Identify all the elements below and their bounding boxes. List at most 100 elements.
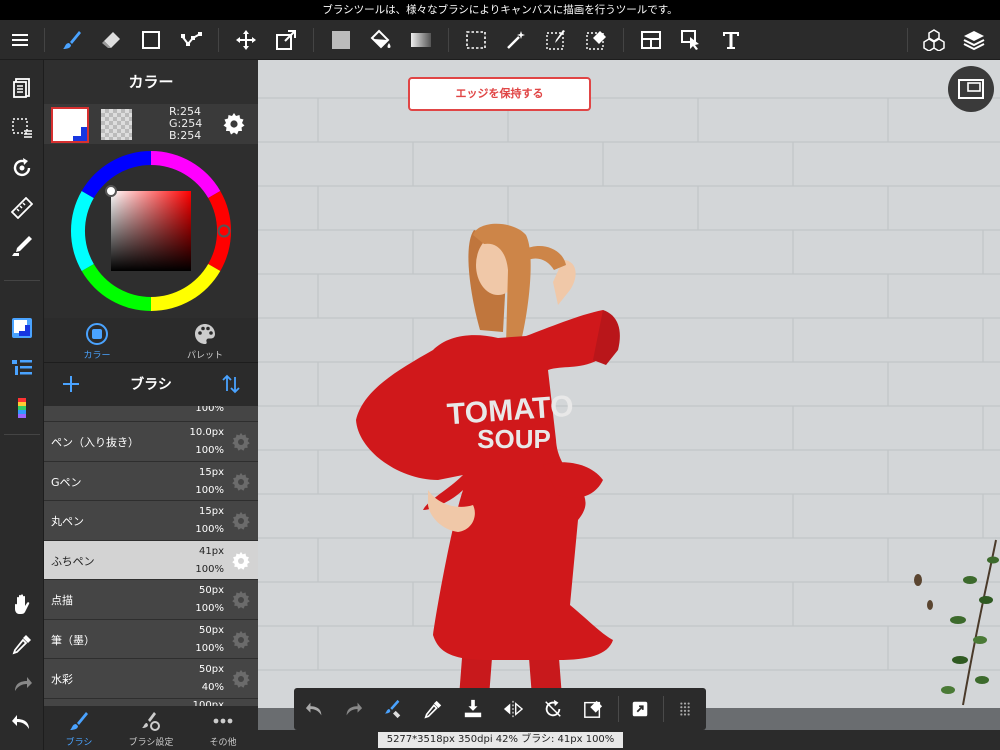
list-item[interactable]: 筆（墨） 50px 100% bbox=[44, 619, 258, 659]
eyedropper-icon[interactable] bbox=[420, 696, 446, 722]
list-item-selected[interactable]: ふちペン 41px 100% bbox=[44, 540, 258, 580]
list-item[interactable]: 水彩 50px 40% bbox=[44, 659, 258, 699]
brush-panel-header: ブラシ bbox=[44, 362, 258, 406]
navigator-button[interactable] bbox=[948, 66, 994, 112]
transform-icon[interactable] bbox=[272, 26, 300, 54]
brush-eraser-toggle-icon[interactable] bbox=[380, 696, 406, 722]
palette-icon bbox=[195, 324, 215, 344]
tab-other[interactable]: その他 bbox=[188, 710, 258, 748]
tab-color-label: カラー bbox=[83, 351, 111, 361]
brush-settings-gear-icon[interactable] bbox=[231, 669, 251, 689]
frame-icon[interactable] bbox=[637, 26, 665, 54]
color-panel: カラー R:254 G:254 B:254 カラー パレット bbox=[44, 60, 258, 362]
move-icon[interactable] bbox=[232, 26, 260, 54]
selection-menu-icon[interactable] bbox=[8, 114, 36, 142]
color-panel-tabs: カラー パレット bbox=[44, 318, 258, 362]
left-toolbar bbox=[0, 60, 44, 750]
hand-icon[interactable] bbox=[8, 590, 36, 618]
color-panel-title: カラー bbox=[44, 60, 258, 104]
save-download-icon[interactable] bbox=[460, 696, 486, 722]
canvas-photo: TOMATO SOUP bbox=[258, 60, 1000, 750]
brush-settings-tab-icon bbox=[142, 712, 160, 731]
color-settings-gear-icon[interactable] bbox=[222, 112, 246, 140]
color-icon[interactable] bbox=[8, 314, 36, 342]
brush-settings-gear-icon[interactable] bbox=[231, 511, 251, 531]
list-item[interactable]: 丸ペン 15px 100% bbox=[44, 501, 258, 541]
material-icon[interactable] bbox=[920, 26, 948, 54]
color-handle[interactable] bbox=[105, 185, 117, 197]
rotate-reset-icon[interactable] bbox=[540, 696, 566, 722]
tab-palette[interactable]: パレット bbox=[170, 322, 240, 361]
ruler-icon[interactable] bbox=[8, 194, 36, 222]
gradient-icon[interactable] bbox=[407, 26, 435, 54]
brush-settings-gear-icon[interactable] bbox=[231, 472, 251, 492]
fill-color-icon[interactable] bbox=[327, 26, 355, 54]
tab-brush-settings-label: ブラシ設定 bbox=[128, 738, 174, 748]
brush-settings-gear-icon[interactable] bbox=[231, 590, 251, 610]
quick-toolbar bbox=[294, 688, 706, 730]
brush-list-icon[interactable] bbox=[8, 354, 36, 382]
select-eraser-icon[interactable] bbox=[582, 26, 610, 54]
brush-panel-tabs: ブラシ ブラシ設定 その他 bbox=[44, 706, 258, 750]
magic-wand-icon[interactable] bbox=[502, 26, 530, 54]
clear-layer-icon[interactable] bbox=[580, 696, 606, 722]
sort-brush-icon[interactable] bbox=[220, 373, 242, 399]
brush-settings-gear-icon[interactable] bbox=[231, 630, 251, 650]
page-manager-icon[interactable] bbox=[8, 74, 36, 102]
b-value: B:254 bbox=[169, 129, 202, 142]
undo-icon[interactable] bbox=[302, 696, 328, 722]
navigator-icon bbox=[958, 79, 984, 99]
medibang-app: ブラシツールは、様々なブラシによりキャンバスに描画を行うツールです。 カラー R… bbox=[0, 0, 1000, 750]
rgb-readout: R:254 G:254 B:254 bbox=[169, 106, 202, 142]
flip-horizontal-icon[interactable] bbox=[500, 696, 526, 722]
list-item[interactable]: 100% bbox=[44, 406, 258, 422]
tab-brush-label: ブラシ bbox=[65, 738, 93, 748]
color-swatch-row: R:254 G:254 B:254 bbox=[44, 104, 258, 144]
rotate-view-icon[interactable] bbox=[8, 154, 36, 182]
status-bar: 5277*3518px 350dpi 42% ブラシ: 41px 100% bbox=[258, 730, 1000, 750]
tab-other-label: その他 bbox=[209, 738, 237, 748]
layer-list-icon[interactable] bbox=[8, 394, 36, 422]
rectangle-icon[interactable] bbox=[137, 26, 165, 54]
grid-dots-icon[interactable] bbox=[672, 696, 698, 722]
tab-color[interactable]: カラー bbox=[62, 322, 132, 361]
brush-tab-icon bbox=[70, 712, 88, 730]
transparent-color-swatch[interactable] bbox=[101, 109, 132, 140]
brush-list: 100% ペン（入り抜き） 10.0px 100% Gペン 15px 100% … bbox=[44, 406, 258, 706]
more-dots-icon bbox=[213, 718, 233, 724]
canvas[interactable]: TOMATO SOUP エッジを保持する bbox=[258, 60, 1000, 750]
hint-bar: ブラシツールは、様々なブラシによりキャンバスに描画を行うツールです。 bbox=[0, 0, 1000, 20]
list-item[interactable]: ペン（入り抜き） 10.0px 100% bbox=[44, 422, 258, 462]
undo-icon[interactable] bbox=[8, 708, 36, 736]
color-wheel-area bbox=[44, 144, 258, 320]
top-toolbar bbox=[0, 20, 1000, 60]
external-link-icon[interactable] bbox=[627, 696, 653, 722]
list-item[interactable]: Gペン 15px 100% bbox=[44, 461, 258, 501]
brush-settings-gear-icon[interactable] bbox=[231, 432, 251, 452]
brush-panel: ブラシ 100% ペン（入り抜き） 10.0px 100% Gペン 15px 1… bbox=[44, 362, 258, 750]
status-text: 5277*3518px 350dpi 42% ブラシ: 41px 100% bbox=[378, 732, 623, 748]
list-item[interactable]: 100px bbox=[44, 698, 258, 706]
text-icon[interactable] bbox=[717, 26, 745, 54]
select-rect-icon[interactable] bbox=[462, 26, 490, 54]
snap-icon[interactable] bbox=[8, 232, 36, 260]
brush-icon[interactable] bbox=[58, 26, 86, 54]
select-pen-icon[interactable] bbox=[542, 26, 570, 54]
saturation-square[interactable] bbox=[111, 191, 191, 271]
main-color-swatch[interactable] bbox=[51, 107, 89, 143]
tab-brush-settings[interactable]: ブラシ設定 bbox=[116, 710, 186, 748]
tab-brush[interactable]: ブラシ bbox=[44, 710, 114, 748]
eyedropper-icon[interactable] bbox=[8, 630, 36, 658]
bucket-icon[interactable] bbox=[367, 26, 395, 54]
menu-icon[interactable] bbox=[6, 26, 34, 54]
tab-palette-label: パレット bbox=[186, 351, 223, 361]
layers-icon[interactable] bbox=[960, 26, 988, 54]
list-item[interactable]: 点描 50px 100% bbox=[44, 580, 258, 620]
operation-icon[interactable] bbox=[677, 26, 705, 54]
polyline-icon[interactable] bbox=[177, 26, 205, 54]
brush-settings-gear-icon[interactable] bbox=[231, 551, 251, 571]
redo-icon[interactable] bbox=[340, 696, 366, 722]
keep-edge-button[interactable]: エッジを保持する bbox=[408, 77, 591, 111]
redo-icon[interactable] bbox=[8, 670, 36, 698]
eraser-icon[interactable] bbox=[97, 26, 125, 54]
